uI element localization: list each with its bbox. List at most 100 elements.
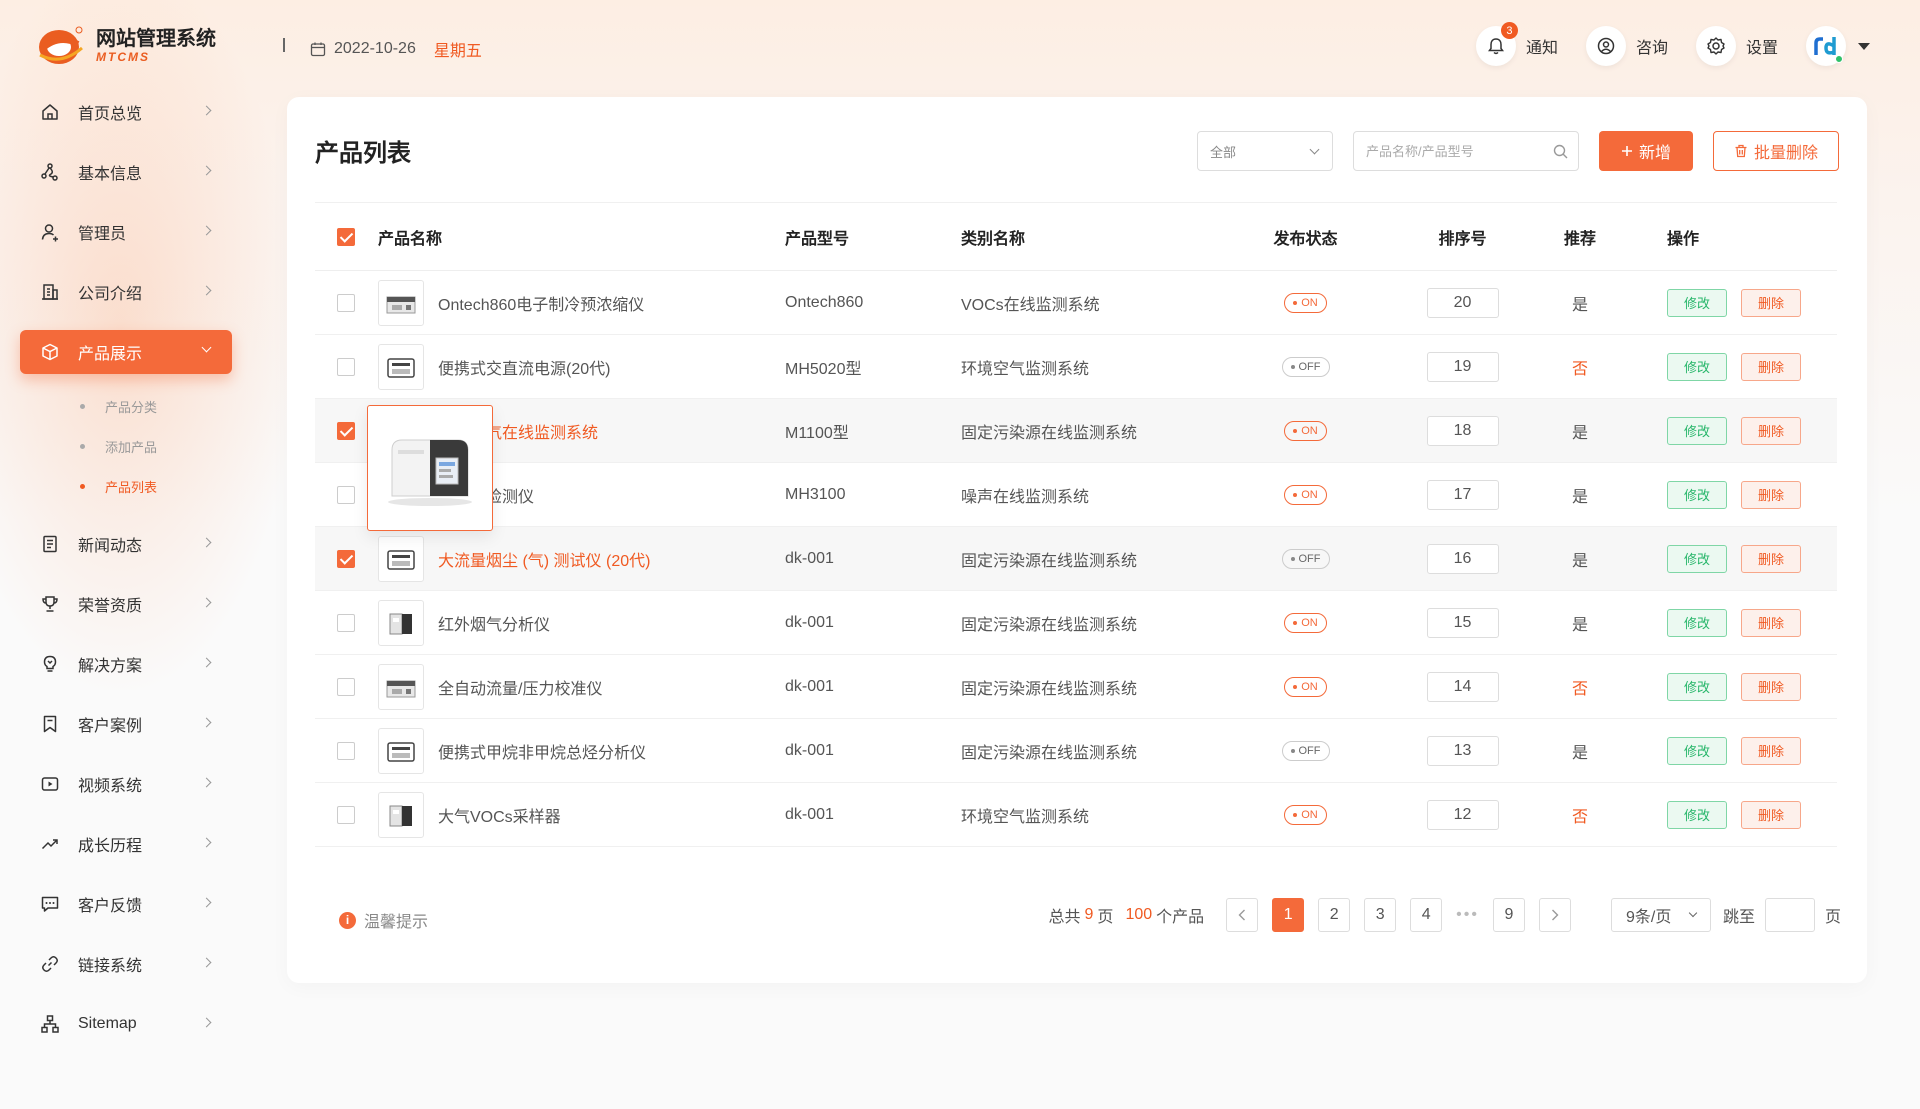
subitem-add-product[interactable]: 添加产品 [80,426,232,466]
edit-button[interactable]: 修改 [1667,672,1727,701]
product-name[interactable]: 便携式交直流电源(20代) [438,355,610,379]
sort-order-input[interactable]: 18 [1426,415,1499,446]
publish-status-toggle[interactable]: OFF [1281,740,1330,761]
publish-status-toggle[interactable]: OFF [1281,548,1330,569]
row-checkbox[interactable] [337,357,355,376]
consult-button[interactable]: 咨询 [1585,26,1668,66]
page-button-2[interactable]: 2 [1318,898,1351,932]
product-thumbnail[interactable] [378,727,424,774]
sidebar-item-basic-info[interactable]: 基本信息 [20,150,232,194]
row-checkbox[interactable] [337,741,355,760]
product-name[interactable]: 全自动流量/压力校准仪 [438,675,602,699]
search-input[interactable] [1354,133,1544,169]
edit-button[interactable]: 修改 [1667,544,1727,573]
product-name[interactable]: 便携式甲烷非甲烷总烃分析仪 [438,739,646,763]
tips-link[interactable]: i 温馨提示 [339,908,428,932]
edit-button[interactable]: 修改 [1667,288,1727,317]
sort-order-input[interactable]: 20 [1426,287,1499,318]
page-button-9[interactable]: 9 [1492,898,1525,932]
delete-button[interactable]: 删除 [1741,800,1801,829]
page-button-3[interactable]: 3 [1364,898,1397,932]
edit-button[interactable]: 修改 [1667,352,1727,381]
publish-status-toggle[interactable]: OFF [1281,356,1330,377]
row-checkbox[interactable] [337,421,355,440]
delete-button[interactable]: 删除 [1741,288,1801,317]
publish-status-toggle[interactable]: ON [1284,484,1327,505]
delete-button[interactable]: 删除 [1741,736,1801,765]
sort-order-input[interactable]: 17 [1426,479,1499,510]
settings-button[interactable]: 设置 [1695,26,1778,66]
publish-status-toggle[interactable]: ON [1284,420,1327,441]
user-menu[interactable] [1806,26,1870,66]
select-all-checkbox[interactable] [337,227,355,246]
delete-button[interactable]: 删除 [1741,416,1801,445]
edit-button[interactable]: 修改 [1667,480,1727,509]
product-thumbnail[interactable] [378,663,424,710]
sidebar-item-links[interactable]: 链接系统 [20,942,232,986]
edit-button[interactable]: 修改 [1667,416,1727,445]
row-checkbox[interactable] [337,805,355,824]
search-icon[interactable] [1553,144,1568,159]
delete-button[interactable]: 删除 [1741,608,1801,637]
jump-page-input[interactable] [1764,898,1815,932]
edit-button[interactable]: 修改 [1667,800,1727,829]
edit-button[interactable]: 修改 [1667,608,1727,637]
column-header-category: 类别名称 [961,230,1026,248]
product-name[interactable]: 红外烟气分析仪 [438,611,550,635]
sidebar-item-news[interactable]: 新闻动态 [20,522,232,566]
delete-button[interactable]: 删除 [1741,352,1801,381]
product-thumbnail[interactable] [378,343,424,390]
product-name[interactable]: 大流量烟尘 (气) 测试仪 (20代) [438,547,650,571]
notification-button[interactable]: 3 通知 [1475,22,1558,66]
product-thumbnail[interactable] [378,279,424,326]
add-product-button[interactable]: 新增 [1599,131,1693,171]
product-thumbnail[interactable] [378,535,424,582]
publish-status-toggle[interactable]: ON [1284,676,1327,697]
sidebar-item-feedback[interactable]: 客户反馈 [20,882,232,926]
sort-order-input[interactable]: 19 [1426,351,1499,382]
sort-order-input[interactable]: 13 [1426,735,1499,766]
page-button-1[interactable]: 1 [1272,898,1305,932]
sort-order-input[interactable]: 16 [1426,543,1499,574]
row-checkbox[interactable] [337,677,355,696]
category-filter-select[interactable]: 全部 [1197,131,1333,171]
subitem-product-category[interactable]: 产品分类 [80,386,232,426]
sidebar-item-products[interactable]: 产品展示 [20,330,232,374]
sidebar-item-home[interactable]: 首页总览 [20,90,232,134]
delete-button[interactable]: 删除 [1741,672,1801,701]
row-checkbox[interactable] [337,485,355,504]
next-page-button[interactable] [1538,898,1571,932]
subitem-product-list[interactable]: 产品列表 [80,466,232,506]
edit-button[interactable]: 修改 [1667,736,1727,765]
product-name[interactable]: 大气VOCs采样器 [438,803,561,827]
delete-button[interactable]: 删除 [1741,544,1801,573]
sidebar-item-video[interactable]: 视频系统 [20,762,232,806]
publish-status-toggle[interactable]: ON [1284,292,1327,313]
chat-icon [41,896,59,912]
chevron-down-icon[interactable] [1858,42,1870,50]
sidebar-item-honors[interactable]: 荣誉资质 [20,582,232,626]
sort-order-input[interactable]: 12 [1426,799,1499,830]
sidebar-item-growth[interactable]: 成长历程 [20,822,232,866]
page-button-4[interactable]: 4 [1410,898,1443,932]
publish-status-toggle[interactable]: ON [1284,612,1327,633]
row-checkbox[interactable] [337,613,355,632]
sort-order-input[interactable]: 15 [1426,607,1499,638]
publish-status-toggle[interactable]: ON [1284,804,1327,825]
delete-button[interactable]: 删除 [1741,480,1801,509]
sidebar-item-sitemap[interactable]: Sitemap [20,1002,232,1046]
batch-delete-button[interactable]: 批量删除 [1713,131,1839,171]
row-checkbox[interactable] [337,293,355,312]
product-thumbnail[interactable] [378,791,424,838]
per-page-select[interactable]: 9条/页 [1610,898,1711,932]
product-name[interactable]: Ontech860电子制冷预浓缩仪 [438,291,644,315]
avatar[interactable] [1806,26,1846,66]
sidebar-item-cases[interactable]: 客户案例 [20,702,232,746]
sort-order-input[interactable]: 14 [1426,671,1499,702]
row-checkbox[interactable] [337,549,355,568]
sidebar-item-company[interactable]: 公司介绍 [20,270,232,314]
product-thumbnail[interactable] [378,599,424,646]
sidebar-item-solutions[interactable]: 解决方案 [20,642,232,686]
sidebar-item-admin[interactable]: 管理员 [20,210,232,254]
prev-page-button[interactable] [1226,898,1259,932]
